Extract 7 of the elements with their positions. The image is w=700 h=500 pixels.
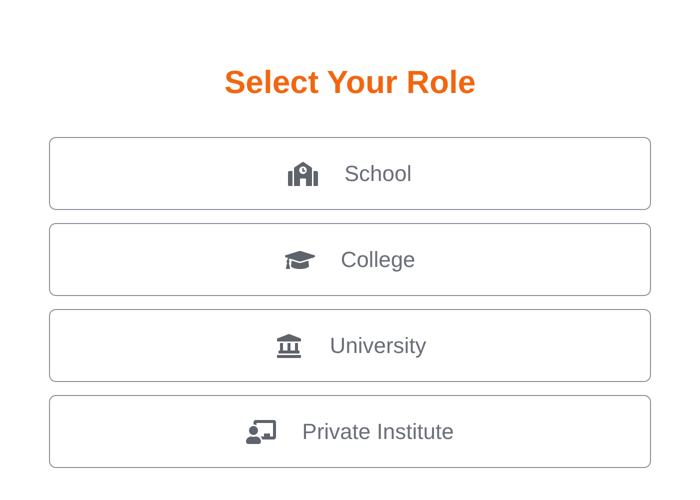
role-button[interactable]: Private Institute bbox=[49, 395, 651, 468]
page-title: Select Your Role bbox=[224, 63, 476, 102]
role-button[interactable]: School bbox=[49, 137, 651, 210]
teacher-board-icon bbox=[246, 420, 276, 444]
role-button[interactable]: College bbox=[49, 223, 651, 296]
role-button[interactable]: University bbox=[49, 309, 651, 382]
school-icon bbox=[288, 162, 318, 186]
